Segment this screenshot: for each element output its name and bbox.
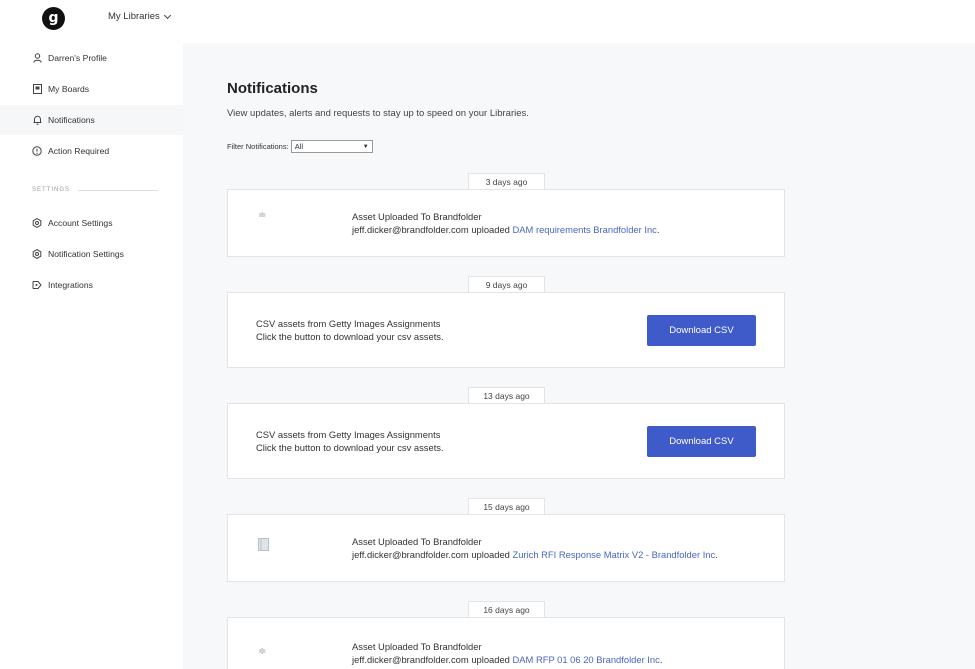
sidebar-item-my-boards[interactable]: My Boards <box>0 74 183 104</box>
main-content: Notifications View updates, alerts and r… <box>183 43 975 669</box>
uploader-email: jeff.dicker@brandfolder.com <box>352 654 469 665</box>
gear-icon <box>32 249 42 259</box>
date-tab: 16 days ago <box>468 601 545 618</box>
notification-title: Asset Uploaded To Brandfolder <box>352 641 482 652</box>
sidebar: Darren's Profile My Boards Notifications… <box>0 43 183 669</box>
notification-card: ≑ Asset Uploaded To Brandfolder jeff.dic… <box>227 617 785 669</box>
notification-title: Asset Uploaded To Brandfolder <box>352 211 482 222</box>
sidebar-item-profile[interactable]: Darren's Profile <box>0 43 183 73</box>
sidebar-item-account-settings[interactable]: Account Settings <box>0 208 183 238</box>
chevron-down-icon <box>163 11 171 19</box>
alert-icon <box>32 146 42 156</box>
notification-text: CSV assets from Getty Images Assignments… <box>256 429 444 454</box>
page-subtitle: View updates, alerts and requests to sta… <box>227 108 529 119</box>
notification-card: CSV assets from Getty Images Assignments… <box>227 403 785 479</box>
sidebar-item-integrations[interactable]: Integrations <box>0 270 183 300</box>
notification-card: ≐ Asset Uploaded To Brandfolder jeff.dic… <box>227 189 785 257</box>
gear-icon <box>32 218 42 228</box>
filter-select-value: All <box>294 142 304 151</box>
download-csv-button[interactable]: Download CSV <box>647 315 756 346</box>
sidebar-item-label: Notifications <box>48 115 95 125</box>
asset-link[interactable]: DAM requirements Brandfolder Inc <box>513 224 657 235</box>
filter-label: Filter Notifications: <box>227 142 289 151</box>
notification-text: CSV assets from Getty Images Assignments… <box>256 318 444 343</box>
date-tab: 9 days ago <box>468 276 545 293</box>
sidebar-item-label: Account Settings <box>48 218 113 228</box>
notification-card: CSV assets from Getty Images Assignments… <box>227 292 785 368</box>
divider <box>78 189 158 191</box>
action-text: uploaded <box>471 654 510 665</box>
sidebar-item-label: My Boards <box>48 84 90 94</box>
notification-body: Click the button to download your csv as… <box>256 441 444 453</box>
top-bar: g My Libraries <box>0 0 975 43</box>
uploader-email: jeff.dicker@brandfolder.com <box>352 224 469 235</box>
sidebar-item-label: Darren's Profile <box>48 53 107 63</box>
date-tab: 13 days ago <box>468 387 545 404</box>
notification-title: CSV assets from Getty Images Assignments <box>256 429 441 440</box>
notification-card: Asset Uploaded To Brandfolder jeff.dicke… <box>227 514 785 582</box>
notification-detail: jeff.dicker@brandfolder.com uploaded DAM… <box>352 223 659 236</box>
action-text: uploaded <box>471 549 510 560</box>
notification-title: Asset Uploaded To Brandfolder <box>352 536 482 547</box>
action-text: uploaded <box>471 224 510 235</box>
sidebar-item-notification-settings[interactable]: Notification Settings <box>0 239 183 269</box>
my-libraries-label: My Libraries <box>108 11 160 22</box>
download-csv-button[interactable]: Download CSV <box>647 426 756 457</box>
page-title: Notifications <box>227 80 318 97</box>
asset-thumbnail-icon: ≐ <box>258 210 267 221</box>
date-tab: 3 days ago <box>468 173 545 190</box>
suffix: . <box>656 224 660 235</box>
person-icon <box>32 53 42 63</box>
board-icon <box>32 84 42 94</box>
sidebar-item-label: Notification Settings <box>48 249 124 259</box>
asset-thumbnail-icon: ≑ <box>258 646 267 657</box>
notification-body: Click the button to download your csv as… <box>256 330 444 342</box>
notification-detail: jeff.dicker@brandfolder.com uploaded DAM… <box>352 653 662 666</box>
date-tab: 15 days ago <box>468 498 545 515</box>
sidebar-item-label: Integrations <box>48 280 93 290</box>
bell-icon <box>32 115 42 125</box>
notification-detail: jeff.dicker@brandfolder.com uploaded Zur… <box>352 548 718 561</box>
dropdown-arrow-icon: ▼ <box>362 143 369 150</box>
settings-heading: SETTINGS <box>32 187 158 193</box>
brandfolder-logo[interactable]: g <box>42 7 65 30</box>
plug-icon <box>32 280 42 290</box>
notification-text: Asset Uploaded To Brandfolder jeff.dicke… <box>352 210 659 236</box>
suffix: . <box>659 654 663 665</box>
uploader-email: jeff.dicker@brandfolder.com <box>352 549 469 560</box>
filter-select[interactable]: All ▼ <box>290 140 373 153</box>
notification-text: Asset Uploaded To Brandfolder jeff.dicke… <box>352 535 718 561</box>
asset-link[interactable]: Zurich RFI Response Matrix V2 - Brandfol… <box>513 549 716 560</box>
asset-thumbnail-icon <box>258 538 269 554</box>
my-libraries-menu[interactable]: My Libraries <box>108 11 171 22</box>
notification-title: CSV assets from Getty Images Assignments <box>256 318 441 329</box>
sidebar-item-action-required[interactable]: Action Required <box>0 136 183 166</box>
filter-notifications: Filter Notifications: All ▼ <box>227 140 373 153</box>
sidebar-item-notifications[interactable]: Notifications <box>0 105 183 135</box>
notification-text: Asset Uploaded To Brandfolder jeff.dicke… <box>352 640 662 666</box>
settings-heading-label: SETTINGS <box>32 187 71 193</box>
sidebar-item-label: Action Required <box>48 146 110 156</box>
suffix: . <box>715 549 718 560</box>
asset-link[interactable]: DAM RFP 01 06 20 Brandfolder Inc <box>513 654 660 665</box>
